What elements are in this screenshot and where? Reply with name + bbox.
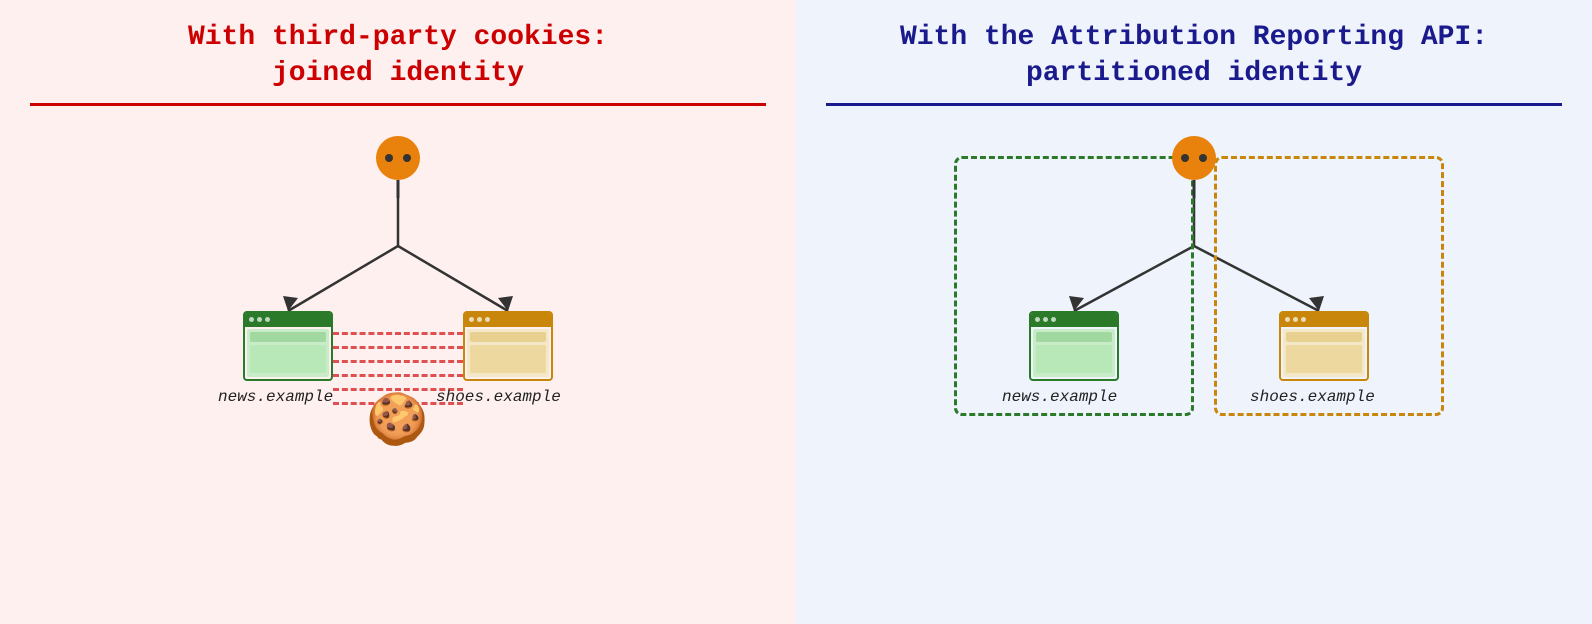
label-shoes-right: shoes.example xyxy=(1250,388,1375,406)
left-divider xyxy=(30,103,766,106)
browser-news-left xyxy=(243,311,333,381)
left-title-line1: With third-party cookies: xyxy=(188,22,608,53)
right-title-line2: partitioned identity xyxy=(1026,58,1362,89)
left-title: With third-party cookies: joined identit… xyxy=(188,20,608,93)
right-title: With the Attribution Reporting API: part… xyxy=(900,20,1488,93)
right-diagram: news.example shoes.example xyxy=(934,126,1454,466)
person-right xyxy=(1166,136,1222,203)
browser-shoes-right xyxy=(1279,311,1369,381)
right-panel: With the Attribution Reporting API: part… xyxy=(796,0,1592,624)
right-title-line1: With the Attribution Reporting API: xyxy=(900,22,1488,53)
left-title-line2: joined identity xyxy=(272,58,524,89)
right-divider xyxy=(826,103,1562,106)
cookie-icon: 🍪 xyxy=(366,391,428,452)
label-news-left: news.example xyxy=(218,388,333,406)
browser-news-right xyxy=(1029,311,1119,381)
label-news-right: news.example xyxy=(1002,388,1117,406)
browser-shoes-left xyxy=(463,311,553,381)
left-diagram-area: 🍪 news.example shoes.example xyxy=(30,126,766,604)
right-diagram-area: news.example shoes.example xyxy=(826,126,1562,604)
label-shoes-left: shoes.example xyxy=(436,388,561,406)
left-diagram: 🍪 news.example shoes.example xyxy=(188,126,608,466)
person-left xyxy=(370,136,426,203)
left-panel: With third-party cookies: joined identit… xyxy=(0,0,796,624)
